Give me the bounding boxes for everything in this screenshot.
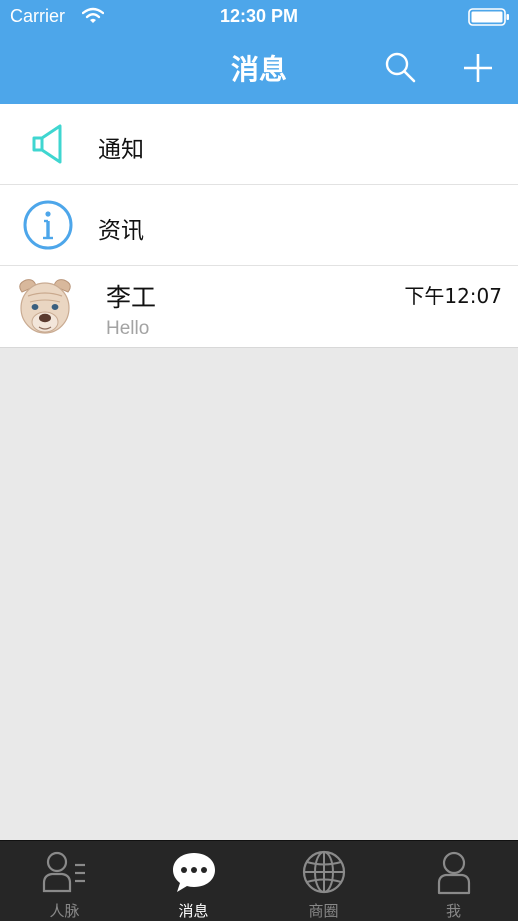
info-icon bbox=[22, 199, 74, 251]
tab-bar: 人脉 消息 商圈 我 bbox=[0, 840, 518, 921]
clock: 12:30 PM bbox=[219, 6, 299, 26]
chat-name: 李工 bbox=[106, 283, 157, 312]
battery-icon bbox=[468, 8, 510, 30]
person-icon bbox=[437, 851, 471, 895]
header: Carrier 12:30 PM 消息 bbox=[0, 0, 518, 104]
tab-label: 人脉 bbox=[49, 902, 80, 920]
tab-business-circle[interactable]: 商圈 bbox=[259, 841, 388, 921]
list-item-label: 资讯 bbox=[98, 218, 144, 244]
page-title: 消息 bbox=[230, 53, 287, 86]
list-item-label: 通知 bbox=[98, 137, 144, 163]
tab-messages[interactable]: 消息 bbox=[129, 841, 258, 921]
add-button[interactable] bbox=[460, 50, 496, 86]
message-list: 通知 资讯 李工 下午12:07 Hello bbox=[0, 104, 518, 348]
chat-preview: Hello bbox=[106, 318, 150, 339]
chat-bubble-icon bbox=[173, 853, 215, 892]
status-bar: Carrier 12:30 PM bbox=[0, 0, 518, 34]
speaker-icon bbox=[22, 118, 74, 170]
search-button[interactable] bbox=[382, 50, 418, 86]
tab-label: 商圈 bbox=[308, 902, 339, 920]
chat-row[interactable]: 李工 下午12:07 Hello bbox=[0, 266, 518, 348]
chat-timestamp: 下午12:07 bbox=[404, 284, 502, 308]
list-item-notifications[interactable]: 通知 bbox=[0, 104, 518, 185]
dog-avatar bbox=[14, 276, 76, 338]
tab-label: 我 bbox=[445, 902, 461, 920]
tab-contacts[interactable]: 人脉 bbox=[0, 841, 129, 921]
tab-label: 消息 bbox=[178, 902, 209, 920]
globe-icon bbox=[302, 850, 346, 894]
tab-me[interactable]: 我 bbox=[389, 841, 518, 921]
plus-icon bbox=[464, 54, 492, 82]
contacts-icon bbox=[42, 851, 85, 893]
search-icon bbox=[385, 52, 416, 83]
list-item-news[interactable]: 资讯 bbox=[0, 185, 518, 266]
